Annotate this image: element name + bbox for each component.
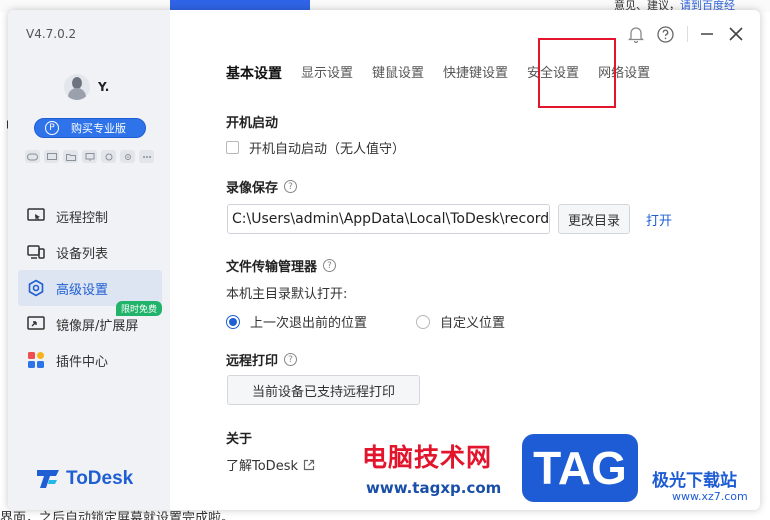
avatar[interactable] [64, 74, 90, 100]
monitor-icon[interactable] [44, 150, 59, 163]
home-dir-desc: 本机主目录默认打开: [226, 283, 347, 302]
sidebar-item-label: 设备列表 [56, 246, 109, 262]
watermark-url: www.tagxp.com [366, 479, 502, 497]
folder-icon[interactable] [63, 150, 78, 163]
watermark-tag-logo: TAG [522, 434, 638, 502]
change-directory-button[interactable]: 更改目录 [558, 204, 630, 234]
buy-pro-button[interactable]: P 购买专业版 [34, 118, 146, 138]
plugin-center-icon [26, 350, 46, 370]
startup-title-text: 开机启动 [226, 116, 279, 131]
close-icon[interactable] [726, 24, 746, 44]
learn-todesk-link[interactable]: 了解ToDesk [226, 455, 315, 474]
learn-todesk-label: 了解ToDesk [226, 459, 298, 474]
file-transfer-title-text: 文件传输管理器 [226, 260, 318, 275]
external-link-icon [303, 459, 315, 470]
home-dir-desc-text: 本机主目录默认打开: [226, 287, 348, 302]
more-icon[interactable] [139, 150, 154, 163]
gamepad-icon[interactable] [25, 150, 40, 163]
remote-print-section-title: 远程打印 ? [226, 350, 298, 369]
sidebar-item-mirror-screen[interactable]: 镜像屏/扩展屏 限时免费 [18, 301, 162, 342]
settings-icon[interactable] [120, 150, 135, 163]
watermark-title: 电脑技术网 [362, 443, 493, 472]
last-location-option[interactable]: 上一次退出前的位置 [226, 312, 367, 331]
sidebar-item-label: 镜像屏/扩展屏 [56, 318, 139, 334]
last-location-radio[interactable] [226, 314, 240, 329]
sidebar-item-label: 插件中心 [56, 354, 109, 370]
main-panel: 基本设置 显示设置 键鼠设置 快捷键设置 安全设置 网络设置 开机启动 开机自动… [170, 10, 760, 510]
sidebar-item-label: 高级设置 [56, 282, 109, 298]
pro-badge-icon: P [45, 121, 59, 135]
advanced-settings-icon [26, 278, 46, 298]
custom-location-radio[interactable] [416, 314, 430, 329]
feature-icon-row [25, 150, 154, 163]
remote-print-button[interactable]: 当前设备已支持远程打印 [227, 375, 420, 405]
custom-location-option[interactable]: 自定义位置 [416, 312, 505, 331]
version-label: V4.7.0.2 [26, 27, 77, 41]
screen-icon[interactable] [82, 150, 97, 163]
minimize-icon[interactable] [697, 24, 717, 44]
todesk-logo: ToDesk [36, 468, 133, 490]
remote-print-help-icon[interactable]: ? [284, 353, 298, 366]
open-folder-link[interactable]: 打开 [646, 210, 672, 229]
buy-pro-label: 购买专业版 [71, 122, 126, 135]
free-limited-badge: 限时免费 [116, 301, 162, 316]
sidebar-item-remote-control[interactable]: 远程控制 [18, 198, 162, 234]
todesk-logo-icon [37, 470, 59, 488]
todesk-window: V4.7.0.2 Y. P 购买专业版 远程控制 设备列表 高级设置 镜像屏/扩… [8, 10, 760, 510]
device-list-icon [26, 242, 46, 262]
username[interactable]: Y. [98, 80, 109, 94]
titlebar-divider [687, 26, 688, 42]
record-path-field[interactable]: C:\Users\admin\AppData\Local\ToDesk\reco… [227, 204, 550, 234]
remote-control-icon [26, 206, 46, 226]
security-tab-highlight [538, 38, 616, 108]
tab-basic-settings[interactable]: 基本设置 [226, 65, 282, 83]
recording-help-icon[interactable]: ? [284, 180, 298, 193]
recording-section-title: 录像保存 ? [226, 177, 298, 196]
sidebar: V4.7.0.2 Y. P 购买专业版 远程控制 设备列表 高级设置 镜像屏/扩… [8, 10, 170, 510]
bell-icon[interactable] [626, 24, 646, 44]
tab-display-settings[interactable]: 显示设置 [301, 65, 353, 83]
recording-title-text: 录像保存 [226, 181, 279, 196]
auto-start-row[interactable]: 开机自动启动（无人值守） [226, 138, 405, 157]
tab-shortcut-settings[interactable]: 快捷键设置 [443, 65, 508, 83]
watermark-site-url: www.xz7.com [672, 490, 748, 503]
sidebar-nav: 远程控制 设备列表 高级设置 镜像屏/扩展屏 限时免费 插件中心 [18, 198, 162, 378]
watermark-site-name: 极光下载站 [652, 471, 737, 491]
camera-icon[interactable] [101, 150, 116, 163]
sidebar-item-device-list[interactable]: 设备列表 [18, 234, 162, 270]
sidebar-item-plugin-center[interactable]: 插件中心 [18, 342, 162, 378]
tab-keyboard-mouse-settings[interactable]: 键鼠设置 [372, 65, 424, 83]
about-title-text: 关于 [226, 432, 253, 447]
titlebar-controls [617, 24, 746, 44]
sidebar-item-label: 远程控制 [56, 210, 109, 226]
todesk-logo-text: ToDesk [66, 468, 134, 489]
custom-location-label: 自定义位置 [440, 316, 506, 331]
about-section-title: 关于 [226, 428, 252, 447]
auto-start-label: 开机自动启动（无人值守） [249, 142, 406, 157]
mirror-screen-icon [26, 314, 46, 334]
last-location-label: 上一次退出前的位置 [250, 316, 368, 331]
file-transfer-section-title: 文件传输管理器 ? [226, 256, 337, 275]
file-transfer-help-icon[interactable]: ? [323, 259, 337, 272]
auto-start-checkbox[interactable] [226, 141, 239, 154]
startup-section-title: 开机启动 [226, 112, 278, 131]
help-icon[interactable] [655, 24, 675, 44]
remote-print-title-text: 远程打印 [226, 354, 279, 369]
